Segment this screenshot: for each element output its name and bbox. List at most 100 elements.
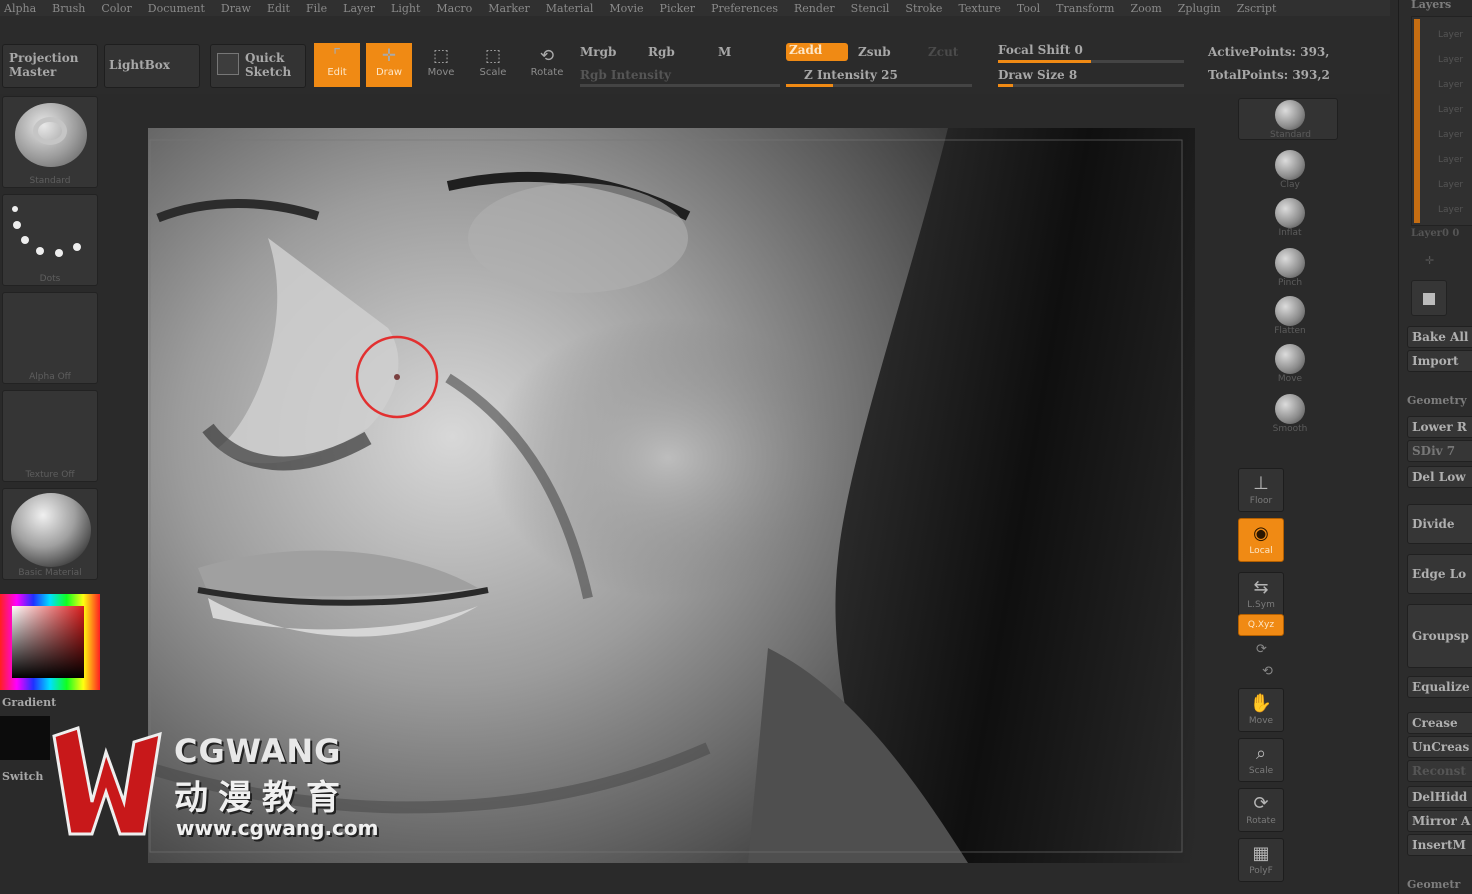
switch-color-button[interactable]: Switch <box>2 770 43 783</box>
draw-size-track[interactable] <box>998 84 1184 87</box>
equalize-button[interactable]: Equalize <box>1407 676 1472 698</box>
layer-item[interactable]: Layer <box>1438 123 1463 148</box>
menu-item-edit[interactable]: Edit <box>267 2 290 15</box>
scale-button[interactable]: ⬚ Scale <box>470 43 516 87</box>
menu-item-zoom[interactable]: Zoom <box>1130 2 1161 15</box>
z-intensity-slider[interactable]: Z Intensity 25 <box>804 68 898 82</box>
menu-item-stencil[interactable]: Stencil <box>851 2 890 15</box>
layer-item[interactable]: Layer <box>1438 73 1463 98</box>
move-button[interactable]: ⬚ Move <box>418 43 464 87</box>
menu-item-render[interactable]: Render <box>794 2 835 15</box>
bake-all-button[interactable]: Bake All <box>1407 326 1472 348</box>
color-picker-square[interactable] <box>12 606 84 678</box>
menu-item-light[interactable]: Light <box>391 2 420 15</box>
alpha-selector[interactable]: Alpha Off <box>2 292 98 384</box>
z-intensity-track[interactable] <box>786 84 972 87</box>
geometry-footer[interactable]: Geometr <box>1407 878 1460 891</box>
zadd-toggle[interactable]: Zadd <box>786 43 848 61</box>
draw-button[interactable]: ✛ Draw <box>366 43 412 87</box>
rotate-view-button[interactable]: ⟳ Rotate <box>1238 788 1284 832</box>
focal-shift-slider[interactable]: Focal Shift 0 <box>998 43 1083 57</box>
mrgb-toggle[interactable]: Mrgb <box>580 45 616 59</box>
menu-item-movie[interactable]: Movie <box>609 2 643 15</box>
layer-item[interactable]: Layer <box>1438 148 1463 173</box>
del-hidden-button[interactable]: DelHidd <box>1407 786 1472 808</box>
menu-item-tool[interactable]: Tool <box>1017 2 1040 15</box>
menu-item-brush[interactable]: Brush <box>52 2 85 15</box>
focal-shift-track[interactable] <box>998 60 1184 63</box>
rgb-toggle[interactable]: Rgb <box>648 45 675 59</box>
menu-item-picker[interactable]: Picker <box>660 2 696 15</box>
import-button[interactable]: Import <box>1407 350 1472 372</box>
floor-button[interactable]: ⊥ Floor <box>1238 468 1284 512</box>
divide-button[interactable]: Divide <box>1407 504 1472 544</box>
menu-item-document[interactable]: Document <box>148 2 205 15</box>
menu-item-zscript[interactable]: Zscript <box>1237 2 1277 15</box>
local-button[interactable]: ◉ Local <box>1238 518 1284 562</box>
quick-brush-smooth[interactable]: Smooth <box>1270 394 1310 434</box>
xyz-button[interactable]: Q.Xyz <box>1238 614 1284 636</box>
menu-item-marker[interactable]: Marker <box>488 2 530 15</box>
menu-item-color[interactable]: Color <box>101 2 131 15</box>
quick-brush-clay[interactable]: Clay <box>1270 150 1310 190</box>
color-swatch-main[interactable] <box>0 716 50 760</box>
zsub-toggle[interactable]: Zsub <box>858 45 891 59</box>
brush-selector[interactable]: Standard <box>2 96 98 188</box>
reconstruct-button[interactable]: Reconst <box>1407 760 1472 782</box>
quick-sketch-button[interactable]: Quick Sketch <box>210 44 306 88</box>
menu-item-zplugin[interactable]: Zplugin <box>1178 2 1221 15</box>
mirror-button[interactable]: Mirror A <box>1407 810 1472 832</box>
new-layer-button[interactable] <box>1411 280 1447 316</box>
color-picker[interactable] <box>0 594 100 690</box>
lightbox-button[interactable]: LightBox <box>104 44 200 88</box>
rotate-button[interactable]: ⟲ Rotate <box>524 43 570 87</box>
menu-item-macro[interactable]: Macro <box>436 2 472 15</box>
projection-master-button[interactable]: Projection Master <box>2 44 98 88</box>
del-lower-button[interactable]: Del Low <box>1407 466 1472 488</box>
quick-brush-standard[interactable]: Standard <box>1270 100 1311 140</box>
menu-item-preferences[interactable]: Preferences <box>711 2 778 15</box>
uncrease-button[interactable]: UnCreas <box>1407 736 1472 758</box>
layer-item[interactable]: Layer <box>1438 173 1463 198</box>
layers-header[interactable]: Layers <box>1411 0 1451 11</box>
stroke-selector[interactable]: Dots <box>2 194 98 286</box>
rgb-intensity-track[interactable] <box>580 84 780 87</box>
menu-item-stroke[interactable]: Stroke <box>905 2 942 15</box>
lower-res-button[interactable]: Lower R <box>1407 416 1472 438</box>
menu-item-draw[interactable]: Draw <box>221 2 251 15</box>
gradient-toggle[interactable]: Gradient <box>2 696 56 709</box>
insert-mesh-button[interactable]: InsertM <box>1407 834 1472 856</box>
polyframe-button[interactable]: ▦ PolyF <box>1238 838 1284 882</box>
groups-split-button[interactable]: Groupsp <box>1407 604 1472 668</box>
move-view-button[interactable]: ✋ Move <box>1238 688 1284 732</box>
layer-item[interactable]: Layer <box>1438 98 1463 123</box>
rgb-intensity-slider[interactable]: Rgb Intensity <box>580 68 671 82</box>
texture-selector[interactable]: Texture Off <box>2 390 98 482</box>
layer-item[interactable]: Layer <box>1438 48 1463 73</box>
quick-brush-pinch[interactable]: Pinch <box>1270 248 1310 288</box>
material-selector[interactable]: Basic Material <box>2 488 98 580</box>
menu-item-texture[interactable]: Texture <box>958 2 1000 15</box>
zcut-toggle[interactable]: Zcut <box>928 45 958 59</box>
quick-brush-flatten[interactable]: Flatten <box>1270 296 1310 336</box>
quick-brush-move[interactable]: Move <box>1270 344 1310 384</box>
draw-size-slider[interactable]: Draw Size 8 <box>998 68 1077 82</box>
geometry-header[interactable]: Geometry <box>1407 394 1467 407</box>
edge-loop-button[interactable]: Edge Lo <box>1407 554 1472 594</box>
lsym-button[interactable]: ⇆ L.Sym <box>1238 572 1284 616</box>
menu-item-material[interactable]: Material <box>546 2 594 15</box>
menu-item-file[interactable]: File <box>306 2 327 15</box>
edit-button[interactable]: ⌜ Edit <box>314 43 360 87</box>
layer-item[interactable]: Layer <box>1438 198 1463 223</box>
quick-brush-inflat[interactable]: Inflat <box>1270 198 1310 238</box>
sdiv-slider[interactable]: SDiv 7 <box>1407 440 1472 462</box>
menu-item-alpha[interactable]: Alpha <box>4 2 36 15</box>
scale-view-button[interactable]: ⌕ Scale <box>1238 738 1284 782</box>
m-toggle[interactable]: M <box>718 45 731 59</box>
crease-button[interactable]: Crease <box>1407 712 1472 734</box>
layer-item[interactable]: Layer <box>1438 23 1463 48</box>
layer-name-field[interactable]: Layer0 0 <box>1411 228 1459 239</box>
layers-scrollbar[interactable] <box>1414 19 1420 223</box>
menu-item-transform[interactable]: Transform <box>1056 2 1114 15</box>
menu-item-layer[interactable]: Layer <box>343 2 375 15</box>
